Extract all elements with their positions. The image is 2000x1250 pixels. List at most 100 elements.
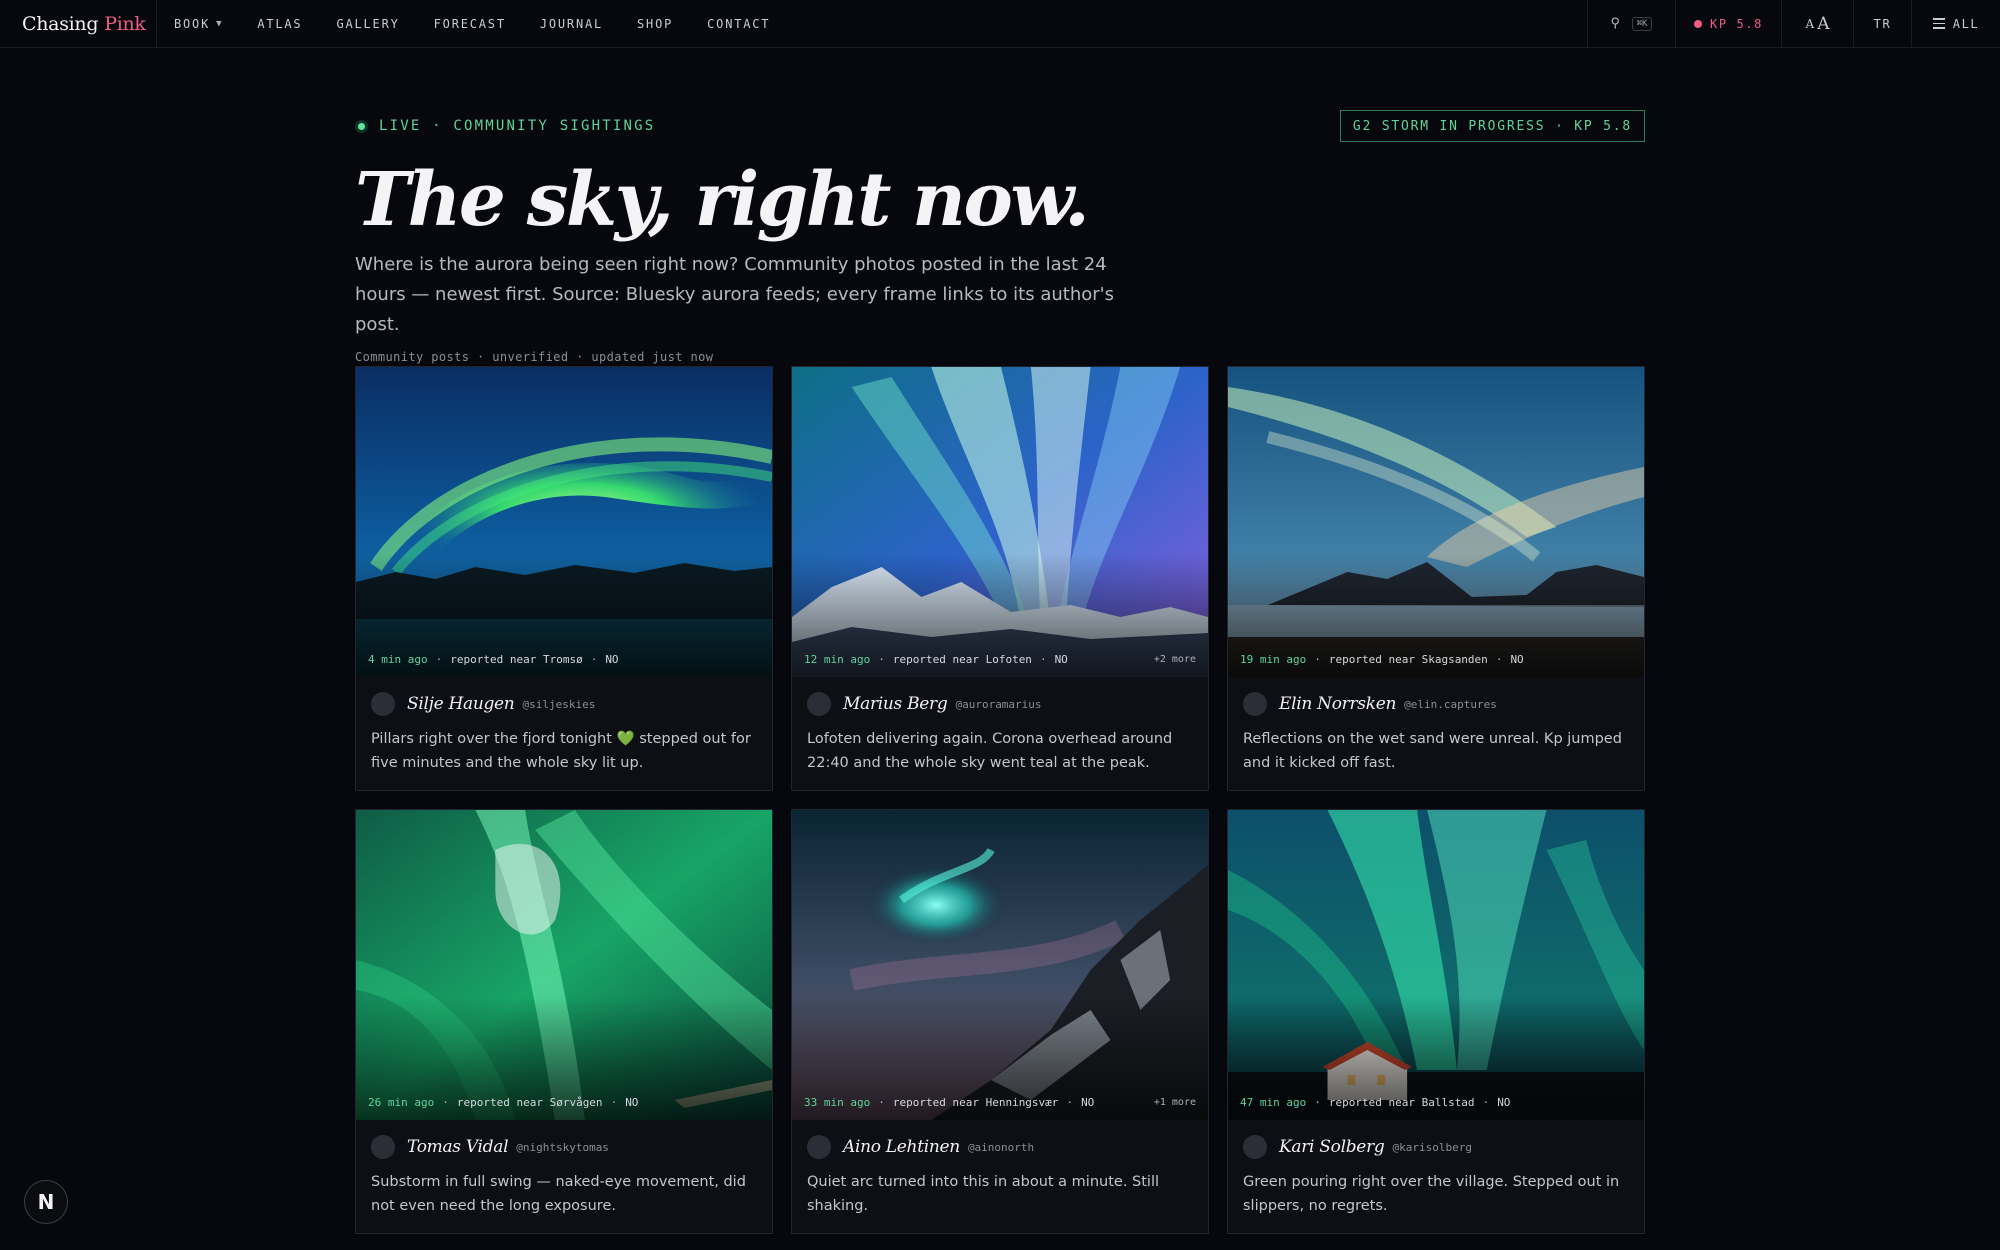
avatar — [1243, 1135, 1267, 1159]
post-text: Green pouring right over the village. St… — [1243, 1174, 1620, 1214]
post-text: Pillars right over the fjord tonight 💚 s… — [371, 731, 751, 771]
photo-caption: 26 min ago · reported near Sørvågen · NO — [368, 1096, 760, 1109]
sighting-card[interactable]: 12 min ago · reported near Lofoten · NO … — [791, 366, 1209, 791]
avatar — [807, 1135, 831, 1159]
sightings-grid: 4 min ago · reported near Tromsø · NO Si… — [355, 366, 1645, 1234]
aurora-photo[interactable]: 12 min ago · reported near Lofoten · NO … — [792, 367, 1208, 677]
avatar — [371, 692, 395, 716]
aurora-photo[interactable]: 4 min ago · reported near Tromsø · NO — [356, 367, 772, 677]
live-dot-icon — [355, 119, 368, 133]
author-handle: @elin.captures — [1404, 697, 1497, 711]
nav-item-label: BOOK — [174, 16, 211, 31]
post-time: 19 min ago — [1240, 653, 1307, 666]
author-row[interactable]: Tomas Vidal @nightskytomas — [371, 1133, 757, 1161]
card-body: Tomas Vidal @nightskytomas Substorm in f… — [356, 1120, 772, 1218]
search-icon: ⚲ — [1610, 16, 1622, 31]
nav-item-shop[interactable]: SHOP — [637, 17, 673, 31]
post-location: reported near Henningsvær — [892, 1096, 1059, 1109]
author-name: Silje Haugen — [407, 694, 515, 714]
nav-item-book[interactable]: BOOK ▼ — [174, 17, 223, 31]
post-location: reported near Ballstad — [1328, 1096, 1475, 1109]
all-menu-label: ALL — [1952, 16, 1980, 31]
text-size-large-glyph: A — [1817, 13, 1830, 34]
nav-item-label: CONTACT — [707, 16, 771, 31]
nav-item-label: ATLAS — [257, 16, 303, 31]
search-button[interactable]: ⚲ ⌘K — [1587, 0, 1675, 47]
post-text: Substorm in full swing — naked-eye movem… — [371, 1174, 746, 1214]
post-country: NO — [625, 1096, 639, 1109]
separator: · — [878, 653, 885, 666]
photo-caption: 12 min ago · reported near Lofoten · NO … — [804, 653, 1196, 666]
text-size-button[interactable]: A A — [1781, 0, 1853, 47]
author-row[interactable]: Kari Solberg @karisolberg — [1243, 1133, 1629, 1161]
post-country: NO — [1510, 653, 1524, 666]
card-body: Elin Norrsken @elin.captures Reflections… — [1228, 677, 1644, 775]
language-toggle[interactable]: TR — [1853, 0, 1911, 47]
post-location: reported near Skagsanden — [1328, 653, 1488, 666]
text-size-small-glyph: A — [1805, 16, 1815, 31]
post-time: 26 min ago — [368, 1096, 435, 1109]
author-handle: @auroramarius — [955, 697, 1042, 711]
page-meta: Community posts · unverified · updated j… — [355, 350, 714, 364]
post-country: NO — [1497, 1096, 1511, 1109]
author-name: Marius Berg — [843, 694, 948, 714]
post-time: 4 min ago — [368, 653, 428, 666]
sighting-card[interactable]: 4 min ago · reported near Tromsø · NO Si… — [355, 366, 773, 791]
nav-item-atlas[interactable]: ATLAS — [257, 17, 302, 31]
nav-item-gallery[interactable]: GALLERY — [336, 17, 399, 31]
chevron-down-icon: ▼ — [216, 18, 224, 29]
kp-index-button[interactable]: KP 5.8 — [1675, 0, 1781, 47]
storm-status-badge: G2 STORM IN PROGRESS · KP 5.8 — [1339, 110, 1645, 142]
more-photos-count[interactable]: +2 more — [1154, 654, 1196, 665]
nav-item-journal[interactable]: JOURNAL — [540, 17, 603, 31]
aurora-photo[interactable]: 47 min ago · reported near Ballstad · NO — [1228, 810, 1644, 1120]
post-time: 47 min ago — [1240, 1096, 1307, 1109]
author-row[interactable]: Marius Berg @auroramarius — [807, 690, 1193, 718]
author-row[interactable]: Silje Haugen @siljeskies — [371, 690, 757, 718]
aurora-photo[interactable]: 19 min ago · reported near Skagsanden · … — [1228, 367, 1644, 677]
avatar — [807, 692, 831, 716]
post-time: 33 min ago — [804, 1096, 871, 1109]
photo-caption: 33 min ago · reported near Henningsvær ·… — [804, 1096, 1196, 1109]
post-text: Reflections on the wet sand were unreal.… — [1243, 731, 1622, 771]
all-menu-button[interactable]: ALL — [1911, 0, 2000, 47]
brand-name-part2: Pink — [104, 12, 146, 35]
separator: · — [1066, 1096, 1074, 1109]
kp-index-label: KP 5.8 — [1710, 16, 1763, 31]
fab-label: N — [37, 1190, 55, 1214]
nav-item-label: FORECAST — [433, 16, 506, 31]
separator: · — [590, 653, 598, 666]
card-body: Aino Lehtinen @ainonorth Quiet arc turne… — [792, 1120, 1208, 1218]
top-nav: Chasing Pink BOOK ▼ ATLAS GALLERY FORECA… — [0, 0, 2000, 48]
brand-logo[interactable]: Chasing Pink — [0, 0, 157, 47]
language-label: TR — [1873, 16, 1892, 31]
more-photos-count[interactable]: +1 more — [1154, 1097, 1196, 1108]
separator: · — [1495, 653, 1503, 666]
author-row[interactable]: Aino Lehtinen @ainonorth — [807, 1133, 1193, 1161]
nav-item-label: SHOP — [637, 16, 674, 31]
separator: · — [1039, 653, 1047, 666]
post-location: reported near Lofoten — [892, 653, 1032, 666]
author-row[interactable]: Elin Norrsken @elin.captures — [1243, 690, 1629, 718]
hamburger-icon — [1932, 18, 1945, 29]
brand-name-part1: Chasing — [22, 12, 99, 35]
sighting-card[interactable]: 26 min ago · reported near Sørvågen · NO… — [355, 809, 773, 1234]
nav-item-contact[interactable]: CONTACT — [707, 17, 770, 31]
sighting-card[interactable]: 19 min ago · reported near Skagsanden · … — [1227, 366, 1645, 791]
nav-item-forecast[interactable]: FORECAST — [434, 17, 506, 31]
card-body: Kari Solberg @karisolberg Green pouring … — [1228, 1120, 1644, 1218]
aurora-photo[interactable]: 26 min ago · reported near Sørvågen · NO — [356, 810, 772, 1120]
separator: · — [1482, 1096, 1490, 1109]
avatar — [1243, 692, 1267, 716]
sighting-card[interactable]: 47 min ago · reported near Ballstad · NO… — [1227, 809, 1645, 1234]
author-handle: @ainonorth — [967, 1140, 1035, 1154]
nav-item-label: JOURNAL — [539, 16, 604, 31]
sighting-card[interactable]: 33 min ago · reported near Henningsvær ·… — [791, 809, 1209, 1234]
photo-caption: 19 min ago · reported near Skagsanden · … — [1240, 653, 1632, 666]
post-text: Quiet arc turned into this in about a mi… — [807, 1174, 1160, 1214]
page-title: The sky, right now. — [355, 157, 1090, 243]
photo-caption: 47 min ago · reported near Ballstad · NO — [1240, 1096, 1632, 1109]
aurora-photo[interactable]: 33 min ago · reported near Henningsvær ·… — [792, 810, 1208, 1120]
floating-action-button[interactable]: N — [24, 1180, 68, 1224]
hero-section: LIVE · COMMUNITY SIGHTINGS G2 STORM IN P… — [355, 108, 1645, 364]
